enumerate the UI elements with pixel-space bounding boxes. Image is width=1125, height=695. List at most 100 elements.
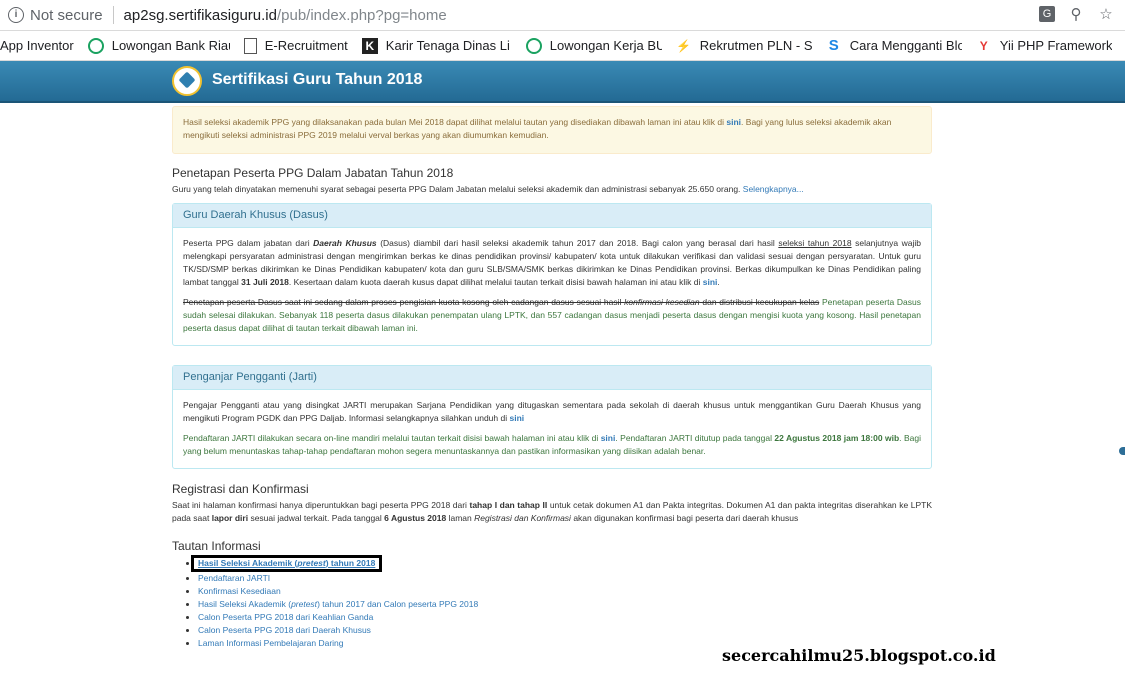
bookmark-lowongan-kerja-bum[interactable]: Lowongan Kerja BUM (525, 37, 662, 54)
panel-heading-dasus: Guru Daerah Khusus (Dasus) (173, 204, 931, 228)
main-content: Hasil seleksi akademik PPG yang dilaksan… (172, 106, 932, 650)
text-bold: 6 Agustus 2018 (384, 513, 447, 523)
link-pembelajaran-daring[interactable]: Laman Informasi Pembelajaran Daring (198, 638, 344, 648)
list-item: Hasil Seleksi Akademik (pretest) tahun 2… (191, 555, 932, 572)
pln-logo-icon: ⚡ (676, 38, 692, 53)
k-logo-icon: K (361, 37, 378, 54)
list-item: Konfirmasi Kesediaan (198, 585, 932, 598)
bookmark-label: E-Recruitment (264, 38, 348, 53)
jarti-paragraph-1: Pengajar Pengganti atau yang disingkat J… (183, 399, 921, 425)
security-label[interactable]: Not secure (30, 7, 103, 24)
strikethrough-text: Penetapan peserta Dasus saat ini sedang … (183, 297, 819, 307)
power-icon (525, 37, 542, 54)
text-bold: tahap I dan tahap II (469, 500, 548, 510)
text: ) tahun 2018 (325, 558, 376, 568)
list-item: Hasil Seleksi Akademik (pretest) tahun 2… (198, 598, 932, 611)
selengkapnya-link[interactable]: Selengkapnya... (743, 184, 804, 194)
list-item: Calon Peserta PPG 2018 dari Keahlian Gan… (198, 611, 932, 624)
dasus-paragraph-2: Penetapan peserta Dasus saat ini sedang … (183, 296, 921, 335)
text: ) tahun 2017 dan Calon peserta PPG 2018 (317, 599, 479, 609)
bookmark-cara-mengganti-blog[interactable]: S Cara Mengganti Blog (826, 36, 962, 54)
bookmark-rekrutmen-pln[interactable]: ⚡ Rekrutmen PLN - Site (676, 38, 812, 54)
link-hasil-seleksi-2018[interactable]: Hasil Seleksi Akademik (pretest) tahun 2… (198, 558, 375, 568)
translate-icon[interactable]: G (1039, 6, 1055, 22)
text-bold: lapor diri (211, 513, 249, 523)
text: . (717, 277, 720, 287)
bookmark-label: Yii PHP Framework: B (999, 38, 1112, 53)
s-logo-icon: S (828, 36, 839, 54)
text: . Pendaftaran JARTI ditutup pada tanggal (615, 433, 775, 443)
text: Pendaftaran JARTI dilakukan secara on-li… (183, 433, 601, 443)
link-calon-keahlian-ganda[interactable]: Calon Peserta PPG 2018 dari Keahlian Gan… (198, 612, 373, 622)
zoom-icon[interactable]: ⚲ (1067, 6, 1085, 24)
bookmark-lowongan-bank-riau[interactable]: Lowongan Bank Riau (87, 37, 230, 54)
text-underline: seleksi tahun 2018 (778, 238, 852, 248)
panel-dasus: Guru Daerah Khusus (Dasus) Peserta PPG d… (172, 203, 932, 346)
info-links-list: Hasil Seleksi Akademik (pretest) tahun 2… (172, 555, 932, 650)
text-emphasis: konfirmasi kesedian (624, 297, 700, 307)
url-host[interactable]: ap2sg.sertifikasiguru.id (124, 7, 277, 24)
bookmark-e-recruitment[interactable]: E-Recruitment (243, 37, 348, 54)
text: akan digunakan konfirmasi bagi peserta d… (570, 513, 799, 523)
document-icon (243, 37, 257, 54)
section-heading-registrasi: Registrasi dan Konfirmasi (172, 482, 309, 496)
link-pendaftaran-jarti[interactable]: Pendaftaran JARTI (198, 573, 270, 583)
text-emphasis: Registrasi dan Konfirmasi (474, 513, 571, 523)
text: . Kesertaan dalam kuota daerah kusus dap… (288, 277, 703, 287)
text: Penetapan peserta Dasus saat ini sedang … (183, 297, 625, 307)
jarti-register-link[interactable]: sini (601, 433, 616, 443)
deadline-date: 31 Juli 2018 (241, 277, 289, 287)
link-hasil-seleksi-2017[interactable]: Hasil Seleksi Akademik (pretest) tahun 2… (198, 599, 478, 609)
panel-body-jarti: Pengajar Pengganti atau yang disingkat J… (173, 390, 931, 468)
address-bar[interactable]: i Not secure ap2sg.sertifikasiguru.id/pu… (0, 0, 1125, 31)
site-header: Sertifikasi Guru Tahun 2018 (0, 61, 1125, 103)
bookmark-label: App Inventor (0, 38, 74, 53)
info-icon[interactable]: i (8, 7, 24, 23)
list-item: Calon Peserta PPG 2018 dari Daerah Khusu… (198, 624, 932, 637)
bookmark-label: Rekrutmen PLN - Site (699, 38, 812, 53)
text: Pengajar Pengganti atau yang disingkat J… (183, 400, 921, 423)
bookmark-app-inventor[interactable]: App Inventor (0, 38, 74, 53)
dasus-paragraph-1: Peserta PPG dalam jabatan dari Daerah Kh… (183, 237, 921, 289)
bookmarks-bar: App Inventor Lowongan Bank Riau E-Recrui… (0, 31, 1125, 61)
penetapan-body: Guru yang telah dinyatakan memenuhi syar… (172, 184, 743, 194)
bookmark-label: Lowongan Kerja BUM (549, 38, 662, 53)
registrasi-text: Saat ini halaman konfirmasi hanya diperu… (172, 499, 932, 525)
text: Saat ini halaman konfirmasi hanya diperu… (172, 500, 470, 510)
list-item: Pendaftaran JARTI (198, 572, 932, 585)
power-icon (87, 37, 104, 54)
tut-wuri-logo-icon[interactable] (172, 66, 202, 96)
bookmark-yii-framework[interactable]: Y Yii PHP Framework: B (976, 38, 1112, 54)
dasus-link-sini[interactable]: sini (703, 277, 718, 287)
site-title[interactable]: Sertifikasi Guru Tahun 2018 (212, 71, 422, 89)
text: Peserta PPG dalam jabatan dari (183, 238, 314, 248)
text: sesuai jadwal terkait. Pada tanggal (248, 513, 385, 523)
section-heading-penetapan: Penetapan Peserta PPG Dalam Jabatan Tahu… (172, 166, 454, 180)
panel-body-dasus: Peserta PPG dalam jabatan dari Daerah Kh… (173, 228, 931, 345)
address-bar-actions: G ⚲ ☆ (1039, 6, 1115, 24)
highlight-box: Hasil Seleksi Akademik (pretest) tahun 2… (191, 555, 383, 572)
bookmark-label: Lowongan Bank Riau (111, 38, 230, 53)
text-emphasis: pretest (297, 558, 326, 568)
text: laman (446, 513, 475, 523)
url-path[interactable]: /pub/index.php?pg=home (277, 7, 447, 24)
jarti-paragraph-2: Pendaftaran JARTI dilakukan secara on-li… (183, 432, 921, 458)
text: (Dasus) diambil dari hasil seleksi akade… (376, 238, 779, 248)
bookmark-karir-tenaga-dinas[interactable]: K Karir Tenaga Dinas Li (361, 37, 512, 54)
star-icon[interactable]: ☆ (1097, 6, 1115, 24)
link-calon-daerah-khusus[interactable]: Calon Peserta PPG 2018 dari Daerah Khusu… (198, 625, 371, 635)
penetapan-text: Guru yang telah dinyatakan memenuhi syar… (172, 183, 932, 196)
announcement-alert: Hasil seleksi akademik PPG yang dilaksan… (172, 106, 932, 154)
jarti-download-link[interactable]: sini (509, 413, 524, 423)
alert-link-sini[interactable]: sini (726, 117, 741, 127)
text: Hasil Seleksi Akademik ( (198, 599, 292, 609)
divider (112, 6, 114, 24)
panel-jarti: Penganjar Pengganti (Jarti) Pengajar Pen… (172, 365, 932, 469)
side-tab[interactable] (1119, 447, 1125, 455)
bookmark-label: Karir Tenaga Dinas Li (385, 38, 510, 53)
link-konfirmasi-kesediaan[interactable]: Konfirmasi Kesediaan (198, 586, 281, 596)
bookmark-label: Cara Mengganti Blog (849, 38, 962, 53)
text: Hasil Seleksi Akademik ( (198, 558, 298, 568)
deadline-date: 22 Agustus 2018 jam 18:00 wib (774, 433, 900, 443)
text-emphasis: pretest (291, 599, 318, 609)
